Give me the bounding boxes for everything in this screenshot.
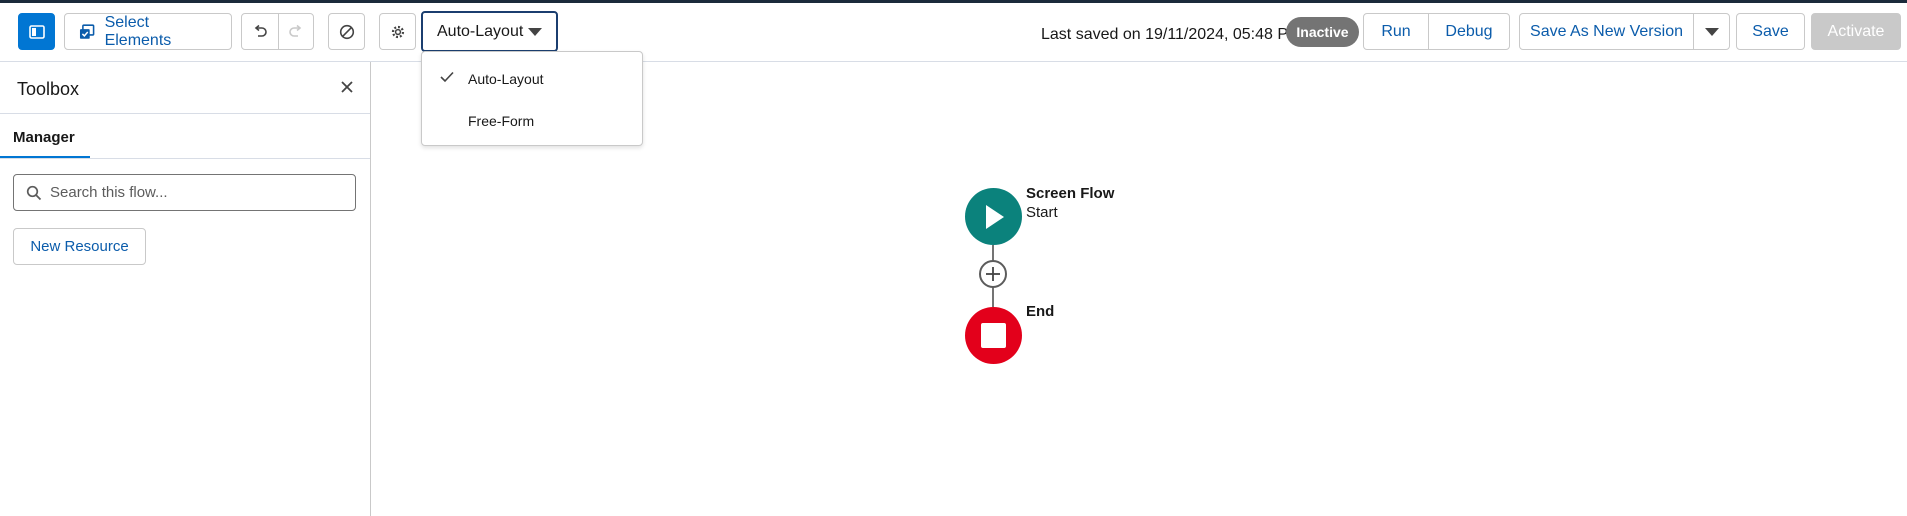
stop-icon <box>981 323 1006 348</box>
select-elements-button[interactable]: Select Elements <box>64 13 232 50</box>
last-saved-text: Last saved on 19/11/2024, 05:48 PM <box>1041 26 1302 43</box>
plus-icon <box>986 267 1000 281</box>
undo-icon <box>254 24 267 37</box>
search-icon <box>26 185 42 201</box>
layout-mode-select[interactable]: Auto-Layout <box>421 11 558 52</box>
close-icon[interactable] <box>338 78 356 96</box>
toolbox-panel: Toolbox Manager New Resource <box>0 62 371 516</box>
end-node[interactable] <box>965 307 1022 364</box>
search-input[interactable] <box>50 176 350 209</box>
redo-button[interactable] <box>277 14 314 49</box>
play-icon <box>985 204 1004 229</box>
toggle-toolbox-button[interactable] <box>18 13 55 50</box>
redo-icon <box>288 24 301 37</box>
ban-icon <box>339 24 354 39</box>
select-elements-label: Select Elements <box>104 13 172 49</box>
layout-option-auto-layout[interactable]: Auto-Layout <box>422 61 642 97</box>
start-node-subtitle: Start <box>1026 204 1058 221</box>
run-debug-group: Run Debug <box>1363 13 1510 50</box>
save-as-new-version-button[interactable]: Save As New Version <box>1520 14 1693 49</box>
select-elements-icon <box>79 23 95 39</box>
search-field <box>13 174 356 211</box>
tab-manager[interactable]: Manager <box>13 129 75 146</box>
gear-icon <box>391 25 404 38</box>
activate-button: Activate <box>1811 13 1901 50</box>
save-as-new-version-group: Save As New Version <box>1519 13 1730 50</box>
debug-button[interactable]: Debug <box>1428 14 1509 49</box>
run-button[interactable]: Run <box>1364 14 1428 49</box>
end-node-title: End <box>1026 303 1055 320</box>
status-badge: Inactive <box>1286 17 1359 47</box>
clear-button[interactable] <box>328 13 365 50</box>
divider <box>0 158 370 159</box>
add-element-button[interactable] <box>979 260 1007 288</box>
layout-option-label: Free-Form <box>468 113 535 129</box>
undo-redo-group <box>241 13 314 50</box>
save-button[interactable]: Save <box>1736 13 1805 50</box>
panel-toggle-icon <box>28 24 45 39</box>
layout-option-free-form[interactable]: Free-Form <box>422 103 642 139</box>
layout-option-label: Auto-Layout <box>468 71 544 87</box>
new-resource-button[interactable]: New Resource <box>13 228 146 265</box>
undo-button[interactable] <box>242 14 278 49</box>
layout-mode-value: Auto-Layout <box>437 22 524 40</box>
start-node-title: Screen Flow <box>1026 185 1115 202</box>
caret-down-icon <box>1704 27 1719 36</box>
flow-builder-toolbar: Select Elements Auto-Layout Last saved o… <box>0 3 1907 62</box>
caret-down-icon <box>528 27 542 36</box>
toolbox-title: Toolbox <box>17 79 80 99</box>
divider <box>0 113 370 114</box>
check-icon <box>440 71 454 83</box>
layout-mode-dropdown: Auto-Layout Free-Form <box>421 51 643 146</box>
flow-settings-button[interactable] <box>379 13 416 50</box>
save-options-menu-button[interactable] <box>1693 14 1729 49</box>
start-node[interactable] <box>965 188 1022 245</box>
